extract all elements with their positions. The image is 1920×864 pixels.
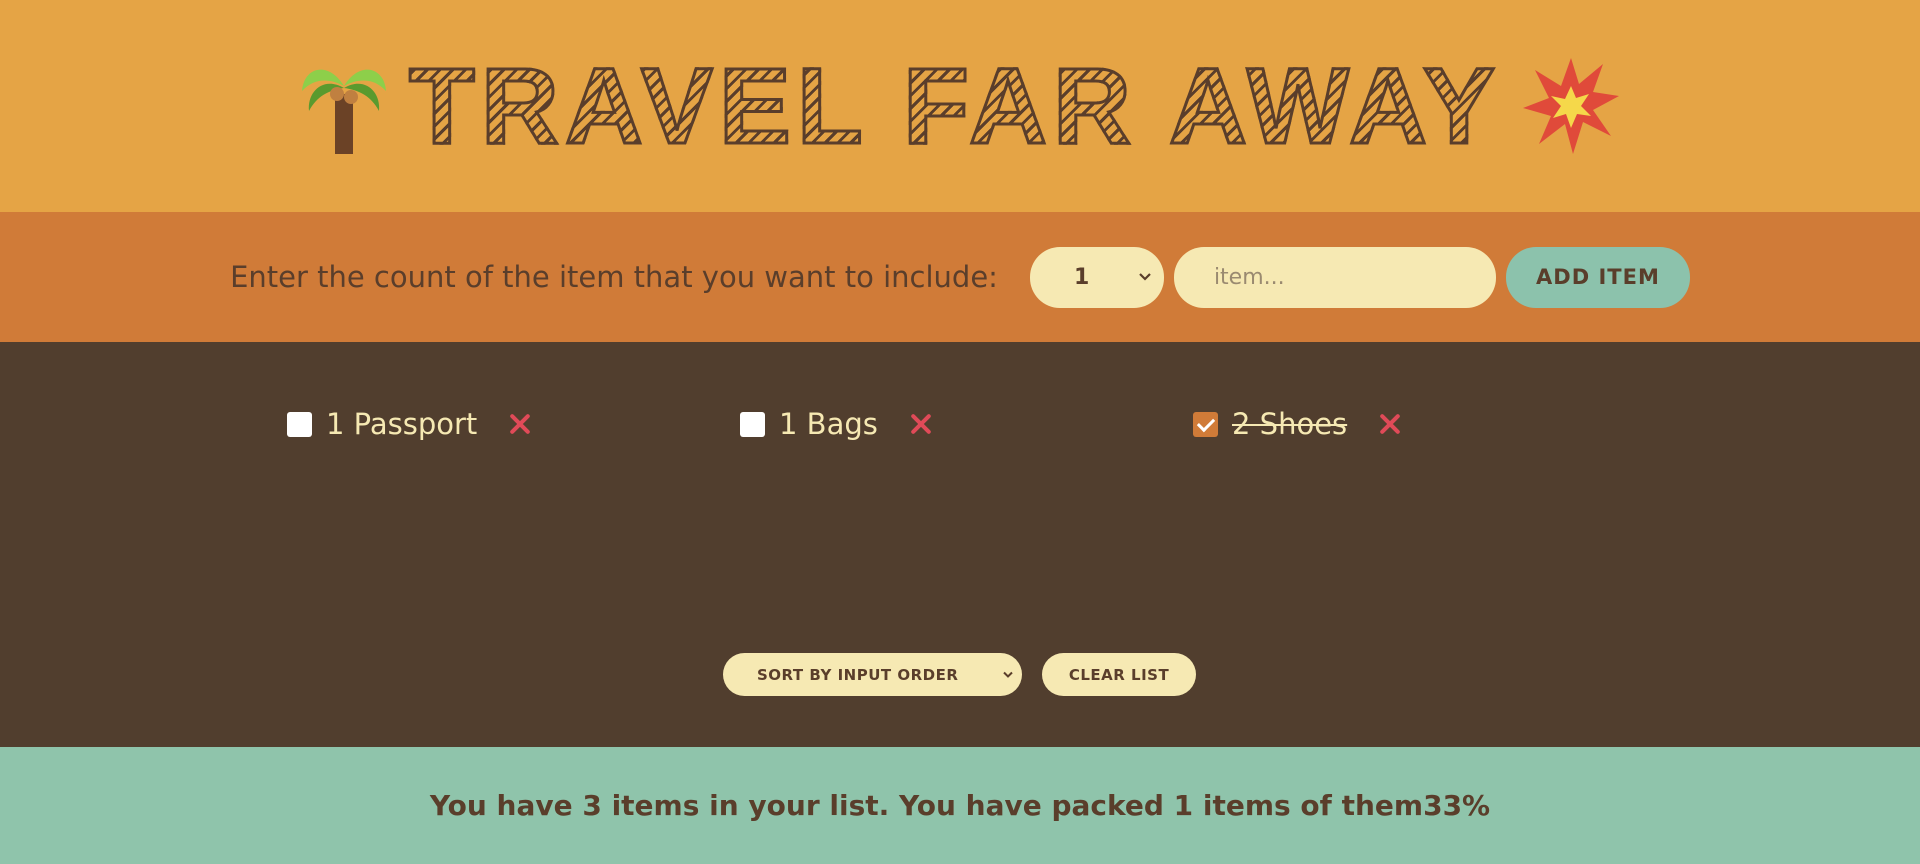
packed-checkbox[interactable] <box>1193 411 1218 437</box>
collision-icon <box>1523 58 1620 154</box>
quantity-value: 1 <box>1073 264 1090 290</box>
chevron-down-icon <box>1139 273 1151 281</box>
item-label: 1 Passport <box>326 407 478 441</box>
packed-checkbox[interactable] <box>287 411 312 437</box>
chevron-down-icon <box>1003 671 1013 678</box>
sort-value: SORT BY INPUT ORDER <box>757 665 959 684</box>
packed-checkbox[interactable] <box>740 411 765 437</box>
clear-list-button[interactable]: CLEAR LIST <box>1042 653 1196 696</box>
app-header: TRAVEL FAR AWAY <box>0 0 1920 212</box>
add-item-form: Enter the count of the item that you wan… <box>0 212 1920 342</box>
add-form-label: Enter the count of the item that you wan… <box>230 260 998 294</box>
item-list: 1 Passport 1 Bags 2 Shoes <box>287 402 1646 446</box>
list-item: 1 Passport <box>287 402 740 446</box>
delete-item-button[interactable] <box>906 409 936 439</box>
add-item-button[interactable]: ADD ITEM <box>1505 246 1690 308</box>
palm-tree-icon <box>301 69 386 154</box>
sort-select[interactable]: SORT BY INPUT ORDER <box>723 653 1022 696</box>
delete-item-button[interactable] <box>505 409 535 439</box>
app: TRAVEL FAR AWAY Enter the count of the i… <box>0 0 1920 864</box>
item-label: 1 Bags <box>779 407 878 441</box>
list-item: 2 Shoes <box>1193 402 1646 446</box>
stats-footer: You have 3 items in your list. You have … <box>0 747 1920 864</box>
stats-text: You have 3 items in your list. You have … <box>429 789 1491 822</box>
item-label: 2 Shoes <box>1232 407 1348 441</box>
packing-list: 1 Passport 1 Bags 2 Shoes SORT BY INPUT … <box>0 342 1920 747</box>
quantity-select[interactable]: 1 <box>1029 246 1164 308</box>
app-title: TRAVEL FAR AWAY <box>407 45 1502 166</box>
list-actions: SORT BY INPUT ORDER CLEAR LIST <box>723 653 1196 696</box>
list-item: 1 Bags <box>740 402 1193 446</box>
item-input[interactable] <box>1173 246 1496 308</box>
delete-item-button[interactable] <box>1375 409 1405 439</box>
